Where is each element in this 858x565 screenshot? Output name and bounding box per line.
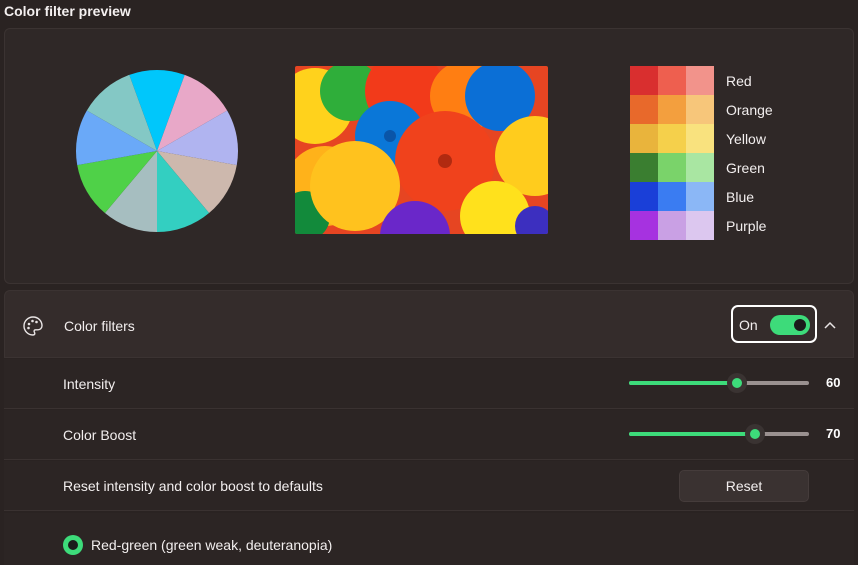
- section-title: Color filter preview: [4, 3, 131, 19]
- swatch-row-green: Green: [630, 153, 773, 182]
- swatch-cell: [686, 66, 714, 95]
- swatch-cell: [658, 182, 686, 211]
- toggle-switch[interactable]: [770, 315, 810, 335]
- swatch-label: Yellow: [726, 130, 766, 147]
- toggle-state-label: On: [739, 317, 758, 333]
- color-boost-label: Color Boost: [63, 427, 137, 443]
- swatch-cell: [630, 66, 658, 95]
- swatch-row-red: Red: [630, 66, 773, 95]
- color-filters-toggle[interactable]: On: [731, 305, 817, 343]
- color-swatch-table: Red Orange Yellow Green Blue Purple: [630, 66, 773, 240]
- swatch-row-blue: Blue: [630, 182, 773, 211]
- swatch-cell: [686, 124, 714, 153]
- reset-row: Reset intensity and color boost to defau…: [4, 461, 854, 511]
- pie-preview: [76, 70, 238, 232]
- color-filters-header[interactable]: Color filters On: [4, 290, 854, 358]
- intensity-slider[interactable]: [629, 373, 809, 393]
- swatch-cell: [658, 153, 686, 182]
- deuteranopia-option[interactable]: Red-green (green weak, deuteranopia): [4, 513, 854, 565]
- swatch-row-purple: Purple: [630, 211, 773, 240]
- color-boost-value: 70: [826, 426, 841, 441]
- color-boost-row: Color Boost 70: [4, 410, 854, 460]
- intensity-label: Intensity: [63, 376, 116, 392]
- swatch-cell: [630, 153, 658, 182]
- deuteranopia-radio[interactable]: [63, 535, 83, 555]
- swatch-label: Red: [726, 72, 752, 89]
- color-boost-thumb[interactable]: [745, 424, 765, 444]
- swatch-label: Purple: [726, 217, 767, 234]
- reset-label: Reset intensity and color boost to defau…: [63, 478, 323, 494]
- swatch-cell: [658, 95, 686, 124]
- color-filters-label: Color filters: [64, 318, 135, 334]
- swatch-cell: [686, 182, 714, 211]
- swatch-cell: [658, 66, 686, 95]
- swatch-cell: [658, 211, 686, 240]
- swatch-cell: [686, 95, 714, 124]
- preview-card: Red Orange Yellow Green Blue Purple: [4, 28, 854, 284]
- preview-photo: [295, 66, 548, 234]
- swatch-label: Orange: [726, 101, 773, 118]
- swatch-row-yellow: Yellow: [630, 124, 773, 153]
- swatch-row-orange: Orange: [630, 95, 773, 124]
- swatch-cell: [686, 153, 714, 182]
- intensity-row: Intensity 60: [4, 359, 854, 409]
- swatch-cell: [658, 124, 686, 153]
- intensity-value: 60: [826, 375, 841, 390]
- swatch-cell: [630, 211, 658, 240]
- swatch-cell: [630, 124, 658, 153]
- toggle-knob: [794, 319, 806, 331]
- color-boost-slider[interactable]: [629, 424, 809, 444]
- chevron-up-icon[interactable]: [823, 319, 837, 331]
- intensity-thumb[interactable]: [727, 373, 747, 393]
- color-boost-fill: [629, 432, 755, 436]
- swatch-cell: [686, 211, 714, 240]
- reset-button[interactable]: Reset: [679, 470, 809, 502]
- swatch-label: Green: [726, 159, 765, 176]
- deuteranopia-label: Red-green (green weak, deuteranopia): [91, 537, 333, 553]
- intensity-fill: [629, 381, 737, 385]
- swatch-cell: [630, 182, 658, 211]
- palette-icon: [23, 316, 43, 336]
- swatch-cell: [630, 95, 658, 124]
- swatch-label: Blue: [726, 188, 755, 205]
